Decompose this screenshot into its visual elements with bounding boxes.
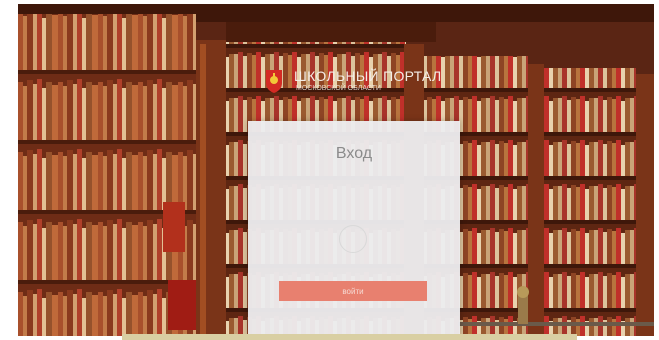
portal-brand: ШКОЛЬНЫЙ ПОРТАЛ МОСКОВСКОЙ ОБЛАСТИ xyxy=(264,64,441,98)
coat-of-arms-icon xyxy=(266,70,282,93)
library-background: ШКОЛЬНЫЙ ПОРТАЛ МОСКОВСКОЙ ОБЛАСТИ Вход … xyxy=(18,4,654,336)
login-button[interactable]: войти xyxy=(279,281,427,301)
portal-title: ШКОЛЬНЫЙ ПОРТАЛ xyxy=(294,68,442,84)
spinner-icon xyxy=(339,225,367,253)
portal-subtitle: МОСКОВСКОЙ ОБЛАСТИ xyxy=(296,85,381,92)
login-title: Вход xyxy=(335,145,373,162)
bottom-strip xyxy=(122,334,577,340)
login-panel: Вход войти xyxy=(248,121,460,336)
